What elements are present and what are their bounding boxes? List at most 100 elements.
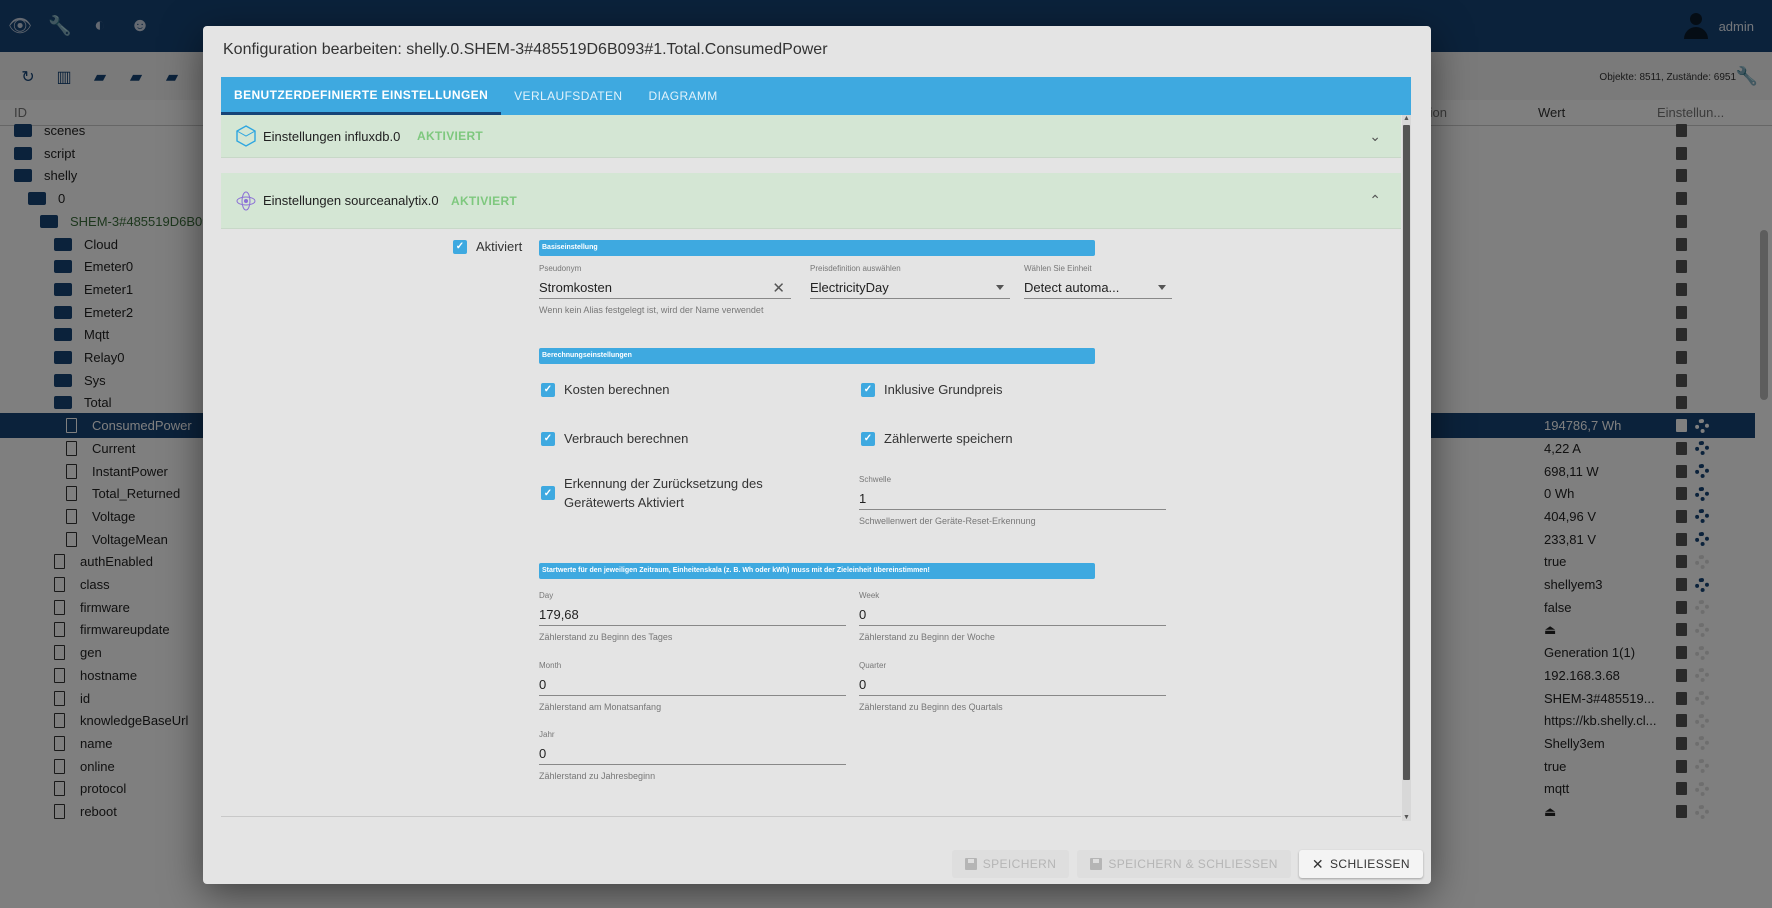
scroll-down-icon[interactable]: ▼ — [1403, 814, 1410, 821]
dialog-tabs: BENUTZERDEFINIERTE EINSTELLUNGEN VERLAUF… — [221, 77, 1411, 115]
tab-custom-settings[interactable]: BENUTZERDEFINIERTE EINSTELLUNGEN — [221, 77, 502, 115]
divider — [221, 816, 1401, 817]
save-button[interactable]: SPEICHERN — [951, 850, 1070, 878]
sourceanalytix-settings: ✓ Aktiviert Basiseinstellung Pseudonym S… — [221, 229, 1401, 817]
month-label: Month — [539, 661, 562, 670]
consumption-label: Verbrauch berechnen — [564, 431, 689, 446]
year-label: Jahr — [539, 730, 555, 739]
consumption-checkbox[interactable]: ✓ Verbrauch berechnen — [541, 431, 688, 446]
year-value: 0 — [539, 746, 547, 761]
check-icon[interactable]: ✓ — [861, 382, 875, 397]
year-field: Jahr 0 Zählerstand zu Jahresbeginn — [539, 730, 846, 784]
quarter-input[interactable]: 0 — [859, 674, 1166, 696]
price-definition-select: Preisdefinition auswählen ElectricityDay — [810, 264, 1010, 299]
quarter-value: 0 — [859, 677, 867, 692]
threshold-field: Schwelle 1 Schwellenwert der Geräte-Rese… — [859, 475, 1166, 529]
reset-detect-checkbox[interactable]: ✓ Erkennung der Zurücksetzung des Geräte… — [541, 474, 781, 512]
save-icon — [964, 858, 977, 870]
check-icon[interactable]: ✓ — [541, 486, 555, 500]
threshold-value: 1 — [859, 491, 867, 506]
alias-label: Pseudonym — [539, 264, 582, 273]
accordion-label: Einstellungen sourceanalytix.0 — [263, 193, 439, 208]
week-field: Week 0 Zählerstand zu Beginn der Woche — [859, 591, 1166, 645]
dialog-content: Einstellungen influxdb.0 AKTIVIERT ⌄ Ein… — [221, 115, 1411, 821]
unit-value: Detect automa... — [1024, 280, 1120, 295]
unit-select[interactable]: Detect automa... — [1024, 277, 1172, 299]
check-icon[interactable]: ✓ — [541, 431, 555, 446]
year-help: Zählerstand zu Jahresbeginn — [539, 771, 656, 781]
baseprice-checkbox[interactable]: ✓ Inklusive Grundpreis — [861, 382, 1003, 397]
save-label: SPEICHERN — [982, 857, 1057, 871]
costs-checkbox[interactable]: ✓ Kosten berechnen — [541, 382, 670, 397]
enabled-checkbox[interactable]: ✓ Aktiviert — [453, 239, 522, 254]
alias-help: Wenn kein Alias festgelegt ist, wird der… — [539, 305, 764, 315]
scroll-up-icon[interactable]: ▲ — [1403, 115, 1410, 122]
week-input[interactable]: 0 — [859, 604, 1166, 626]
chevron-down-icon[interactable]: ⌄ — [1369, 128, 1381, 145]
dropdown-arrow-icon[interactable] — [996, 285, 1004, 290]
close-button[interactable]: ✕ SCHLIESSEN — [1298, 850, 1423, 878]
week-label: Week — [859, 591, 880, 600]
status-badge: AKTIVIERT — [451, 193, 518, 208]
save-close-button[interactable]: SPEICHERN & SCHLIESSEN — [1077, 850, 1291, 878]
close-icon: ✕ — [1311, 855, 1324, 872]
alias-input[interactable]: Stromkosten ✕ — [539, 277, 791, 299]
save-icon — [1090, 858, 1103, 870]
day-input[interactable]: 179,68 — [539, 604, 846, 626]
month-help: Zählerstand am Monatsanfang — [539, 702, 662, 712]
savemeter-checkbox[interactable]: ✓ Zählerwerte speichern — [861, 431, 1013, 446]
price-label: Preisdefinition auswählen — [810, 264, 901, 273]
quarter-help: Zählerstand zu Beginn des Quartals — [859, 702, 1003, 712]
status-badge: AKTIVIERT — [417, 129, 484, 143]
section-basic: Basiseinstellung — [539, 240, 1095, 256]
dialog-title: Konfiguration bearbeiten: shelly.0.SHEM-… — [223, 41, 828, 58]
check-icon[interactable]: ✓ — [861, 431, 875, 446]
week-value: 0 — [859, 607, 867, 622]
tab-history[interactable]: VERLAUFSDATEN — [501, 77, 635, 115]
scroll-thumb[interactable] — [1403, 125, 1410, 780]
enabled-label: Aktiviert — [476, 239, 523, 254]
dropdown-arrow-icon[interactable] — [1158, 285, 1166, 290]
month-input[interactable]: 0 — [539, 674, 846, 696]
check-icon[interactable]: ✓ — [453, 239, 467, 254]
unit-label: Wählen Sie Einheit — [1024, 264, 1092, 273]
threshold-label: Schwelle — [859, 475, 892, 484]
day-label: Day — [539, 591, 554, 600]
section-calculation: Berechnungseinstellungen — [539, 348, 1095, 364]
savemeter-label: Zählerwerte speichern — [884, 431, 1013, 446]
day-field: Day 179,68 Zählerstand zu Beginn des Tag… — [539, 591, 846, 645]
threshold-input[interactable]: 1 — [859, 488, 1166, 510]
alias-value: Stromkosten — [539, 280, 612, 295]
costs-label: Kosten berechnen — [564, 382, 670, 397]
accordion-influxdb[interactable]: Einstellungen influxdb.0 AKTIVIERT ⌄ — [221, 115, 1401, 158]
accordion-label: Einstellungen influxdb.0 — [263, 128, 401, 144]
accordion-sourceanalytix[interactable]: Einstellungen sourceanalytix.0 AKTIVIERT… — [221, 173, 1401, 229]
tab-chart[interactable]: DIAGRAMM — [636, 77, 731, 115]
quarter-field: Quarter 0 Zählerstand zu Beginn des Quar… — [859, 661, 1166, 715]
quarter-label: Quarter — [859, 661, 887, 670]
year-input[interactable]: 0 — [539, 743, 846, 765]
month-field: Month 0 Zählerstand am Monatsanfang — [539, 661, 846, 715]
baseprice-label: Inklusive Grundpreis — [884, 382, 1003, 397]
save-close-label: SPEICHERN & SCHLIESSEN — [1108, 857, 1278, 871]
sourceanalytix-icon — [236, 191, 256, 210]
unit-select-field: Wählen Sie Einheit Detect automa... — [1024, 264, 1172, 299]
content-scrollbar[interactable]: ▲ ▼ — [1402, 115, 1411, 821]
close-label: SCHLIESSEN — [1329, 857, 1410, 871]
price-value: ElectricityDay — [810, 280, 889, 295]
threshold-help: Schwellenwert der Geräte-Reset-Erkennung — [859, 516, 1036, 526]
check-icon[interactable]: ✓ — [541, 382, 555, 397]
clear-icon[interactable]: ✕ — [772, 279, 785, 297]
chevron-up-icon[interactable]: ⌃ — [1369, 192, 1381, 209]
alias-field: Pseudonym Stromkosten ✕ Wenn kein Alias … — [539, 264, 791, 318]
influxdb-icon — [236, 125, 256, 147]
day-help: Zählerstand zu Beginn des Tages — [539, 632, 673, 642]
day-value: 179,68 — [539, 607, 579, 622]
dialog-actions: SPEICHERN SPEICHERN & SCHLIESSEN ✕ SCHLI… — [951, 850, 1423, 878]
config-dialog: Konfiguration bearbeiten: shelly.0.SHEM-… — [203, 26, 1431, 884]
month-value: 0 — [539, 677, 547, 692]
price-select[interactable]: ElectricityDay — [810, 277, 1010, 299]
reset-detect-label: Erkennung der Zurücksetzung des Gerätewe… — [564, 476, 763, 510]
section-start-values: Startwerte für den jeweiligen Zeitraum, … — [539, 563, 1095, 579]
week-help: Zählerstand zu Beginn der Woche — [859, 632, 995, 642]
